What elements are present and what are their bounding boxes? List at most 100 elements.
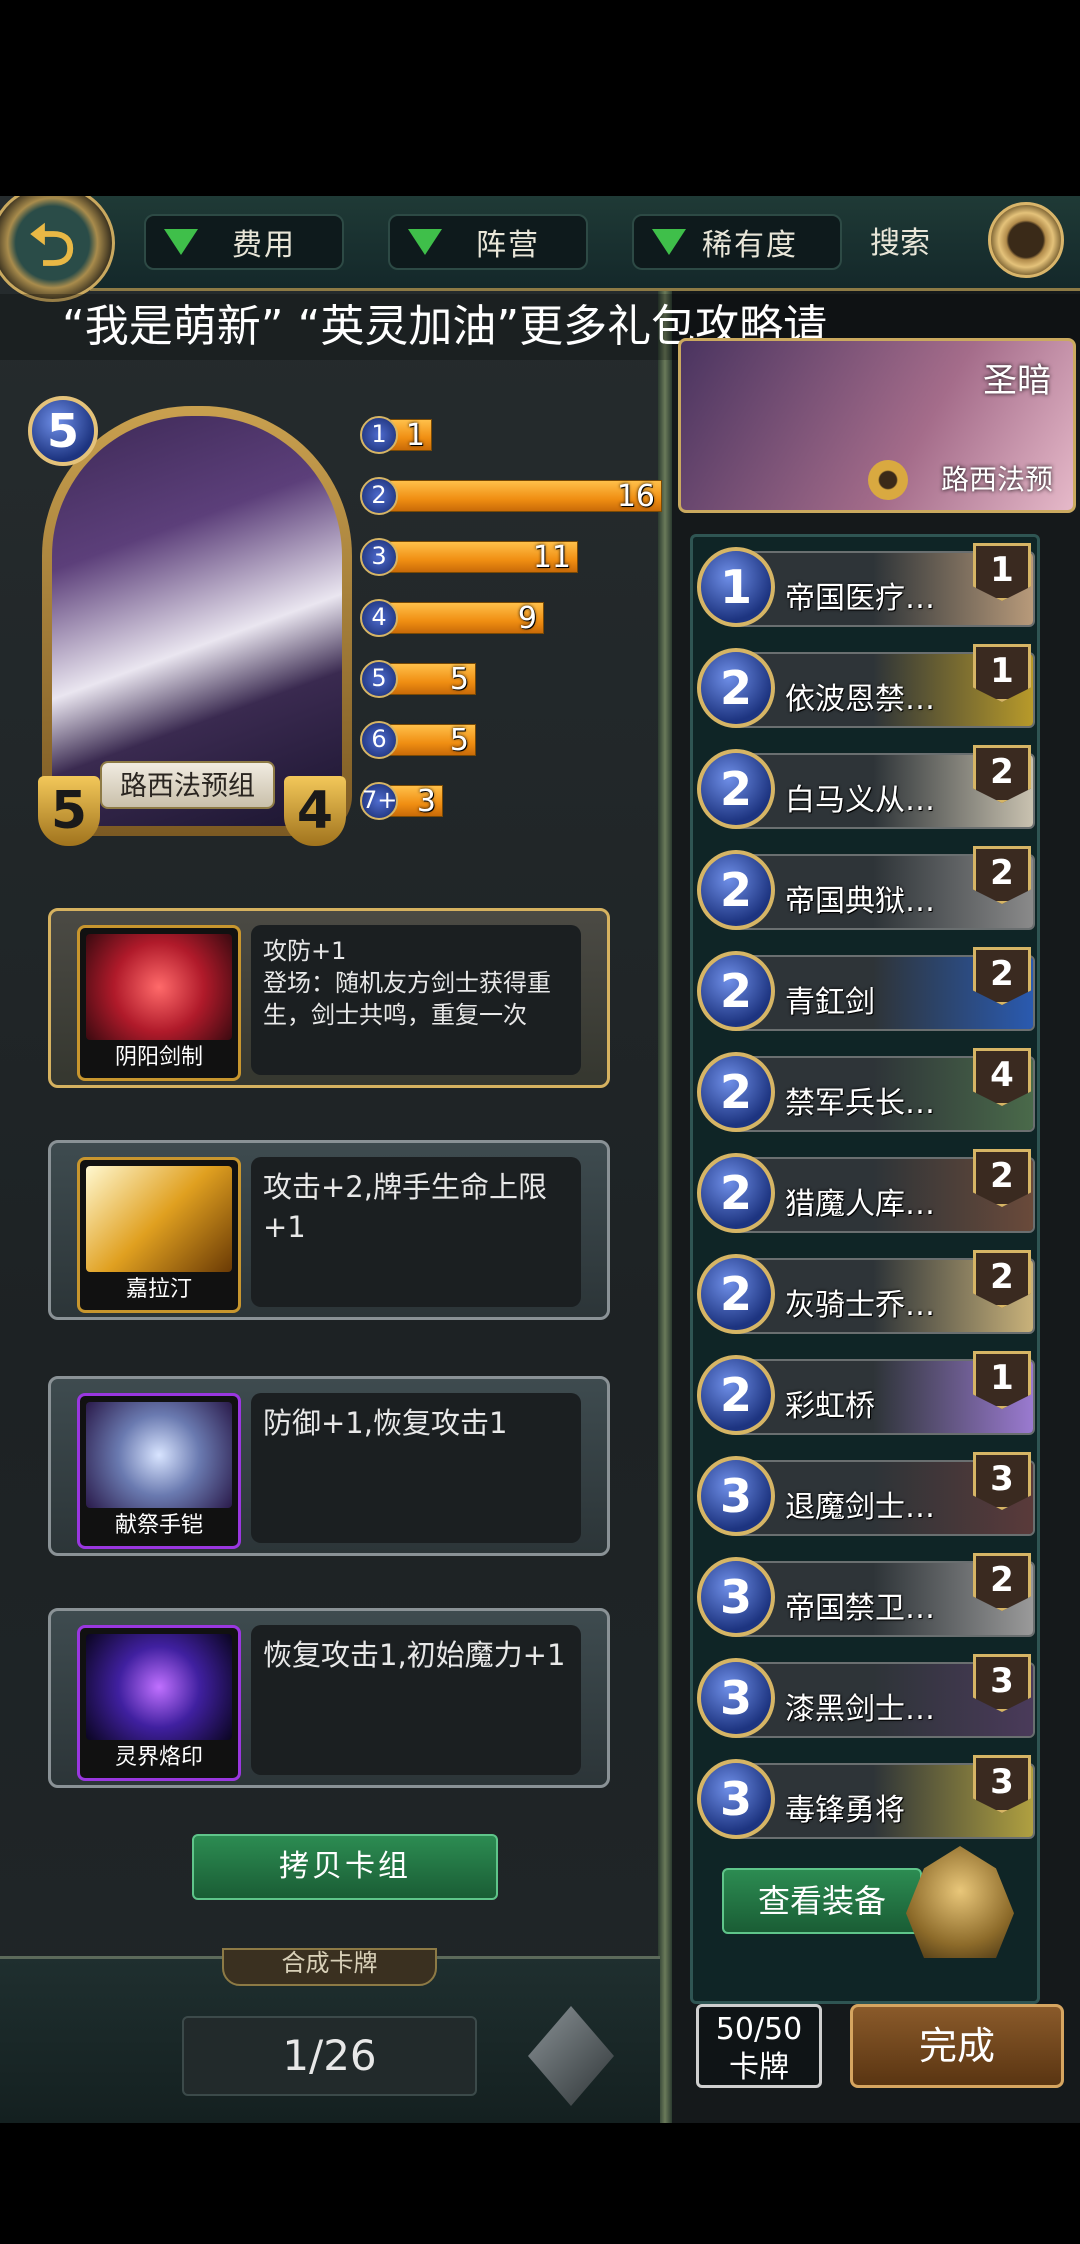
deck-card-cost: 2	[697, 1355, 775, 1435]
cost-curve-count: 1	[405, 418, 425, 453]
card-cost-gem: 5	[28, 396, 98, 466]
deck-card-name: 帝国典狱…	[785, 884, 935, 919]
dropdown-triangle-icon	[408, 229, 442, 255]
cost-curve-row: 55	[360, 660, 650, 698]
filter-rarity-label: 稀有度	[702, 228, 798, 263]
deck-card-cost: 2	[697, 648, 775, 728]
deck-card-cost: 2	[697, 1254, 775, 1334]
deck-card-cost: 3	[697, 1759, 775, 1839]
deck-card-item[interactable]: 青釭剑 2 2	[697, 947, 1035, 1035]
equipment-icon: 嘉拉汀	[77, 1157, 241, 1313]
deck-card-item[interactable]: 帝国典狱… 2 2	[697, 846, 1035, 934]
deck-card-name: 漆黑剑士…	[785, 1692, 935, 1727]
deck-faction: 圣暗	[983, 361, 1051, 401]
equipment-description: 恢复攻击1,初始魔力+1	[251, 1625, 581, 1775]
equipment-slot-3[interactable]: 献祭手铠 防御+1,恢复攻击1	[48, 1376, 610, 1556]
done-button[interactable]: 完成	[850, 2004, 1064, 2088]
equipment-slot-1[interactable]: 阴阳剑制 攻防+1 登场：随机友方剑士获得重生，剑士共鸣，重复一次	[48, 908, 610, 1088]
filter-rarity-button[interactable]: 稀有度	[632, 214, 842, 270]
equipment-slot-2[interactable]: 嘉拉汀 攻击+2,牌手生命上限+1	[48, 1140, 610, 1320]
cost-curve-count: 9	[517, 601, 537, 636]
deck-card-name: 毒锋勇将	[785, 1793, 905, 1828]
search-icon[interactable]	[988, 202, 1064, 278]
deck-card-name: 禁军兵长…	[785, 1086, 935, 1121]
deck-card-cost: 2	[697, 1153, 775, 1233]
deck-card-item[interactable]: 帝国禁卫… 3 2	[697, 1553, 1035, 1641]
game-screen: 费用 阵营 稀有度 搜索 ⮌ “我是萌新” “英灵加油”更多礼包攻略请 5 5 …	[0, 196, 1080, 2123]
deck-card-item[interactable]: 帝国医疗… 1 1	[697, 543, 1035, 631]
equipment-icon: 灵界烙印	[77, 1625, 241, 1781]
search-label[interactable]: 搜索	[870, 218, 930, 262]
deck-card-item[interactable]: 依波恩禁… 2 1	[697, 644, 1035, 732]
deck-card-name: 帝国医疗…	[785, 581, 935, 616]
cost-curve-row: 16 2	[360, 477, 662, 515]
cost-curve-bar: 5	[390, 662, 476, 697]
deck-header[interactable]: 圣暗 路西法预	[678, 338, 1076, 513]
card-count-value: 50/50	[715, 2012, 803, 2047]
dropdown-triangle-icon	[164, 229, 198, 255]
cost-curve-count: 3	[416, 784, 436, 819]
deck-card-name: 猎魔人库…	[785, 1187, 935, 1222]
filter-faction-label: 阵营	[476, 228, 540, 263]
deck-card-name: 退魔剑士…	[785, 1490, 935, 1525]
deck-card-cost: 2	[697, 850, 775, 930]
deck-card-item[interactable]: 禁军兵长… 2 4	[697, 1048, 1035, 1136]
filter-cost-button[interactable]: 费用	[144, 214, 344, 270]
filter-faction-button[interactable]: 阵营	[388, 214, 588, 270]
deck-card-name: 帝国禁卫…	[785, 1591, 935, 1626]
filter-bar: 费用 阵营 稀有度 搜索	[90, 196, 1080, 291]
deck-card-item[interactable]: 猎魔人库… 2 2	[697, 1149, 1035, 1237]
deck-card-item[interactable]: 白马义从… 2 2	[697, 745, 1035, 833]
deck-card-item[interactable]: 灰骑士乔… 2 2	[697, 1250, 1035, 1338]
card-count-box: 50/50 卡牌	[696, 2004, 822, 2088]
deck-card-list[interactable]: 帝国医疗… 1 1 依波恩禁… 2 1 白马义从… 2 2 帝国典狱… 2 2 青釭剑 2 2 禁军兵长… 2 4…	[690, 534, 1040, 2004]
view-equipment-button[interactable]: 查看装备	[722, 1868, 922, 1934]
copy-deck-button[interactable]: 拷贝卡组	[192, 1834, 498, 1900]
cost-curve-count: 11	[532, 540, 571, 575]
cost-curve-bar: 16	[390, 479, 662, 514]
gear-icon[interactable]	[868, 460, 908, 500]
deck-card-name: 灰骑士乔…	[785, 1288, 935, 1323]
card-attack: 5	[38, 776, 100, 846]
cost-curve-row: 11 3	[360, 538, 650, 576]
equipment-icon: 献祭手铠	[77, 1393, 241, 1549]
deck-card-name: 依波恩禁…	[785, 682, 935, 717]
equipment-desc-line2: 登场：随机友方剑士获得重生，剑士共鸣，重复一次	[263, 969, 551, 1029]
cost-curve-bar: 9	[390, 601, 544, 636]
equipment-slot-4[interactable]: 灵界烙印 恢复攻击1,初始魔力+1	[48, 1608, 610, 1788]
card-count-label: 卡牌	[729, 2050, 789, 2085]
equipment-description: 攻击+2,牌手生命上限+1	[251, 1157, 581, 1307]
back-arrow-icon: ⮌	[28, 211, 76, 279]
deck-name: 路西法预	[940, 463, 1053, 496]
cost-curve-cost: 7+	[360, 782, 398, 820]
deck-card-cost: 2	[697, 749, 775, 829]
equipment-description: 防御+1,恢复攻击1	[251, 1393, 581, 1543]
deck-card-item[interactable]: 毒锋勇将 3 3	[697, 1755, 1035, 1843]
cost-curve-cost: 1	[360, 416, 398, 454]
deck-card-item[interactable]: 退魔剑士… 3 3	[697, 1452, 1035, 1540]
deck-card-cost: 3	[697, 1456, 775, 1536]
brand-sigil-icon	[86, 1634, 232, 1740]
cost-curve-row: 11	[360, 416, 650, 454]
deck-card-name: 白马义从…	[785, 783, 935, 818]
dropdown-triangle-icon	[652, 229, 686, 255]
cost-curve-row: 56	[360, 721, 650, 759]
equipment-name: 灵界烙印	[114, 1745, 203, 1770]
synthesize-card-tab[interactable]: 合成卡牌	[222, 1948, 437, 1986]
gauntlet-icon	[86, 1402, 232, 1508]
equipment-description: 攻防+1 登场：随机友方剑士获得重生，剑士共鸣，重复一次	[251, 925, 581, 1075]
cost-curve-bar: 5	[390, 723, 476, 758]
cost-curve-count: 5	[449, 662, 469, 697]
deck-card-cost: 2	[697, 1052, 775, 1132]
equipment-name: 嘉拉汀	[125, 1277, 192, 1302]
cost-curve-cost: 4	[360, 599, 398, 637]
cost-curve-row: 3 7+	[360, 782, 650, 820]
page-indicator: 1/26	[182, 2016, 477, 2096]
equipment-desc-line1: 攻防+1	[263, 937, 347, 965]
deck-card-item[interactable]: 彩虹桥 2 1	[697, 1351, 1035, 1439]
cost-curve-count: 16	[616, 479, 655, 514]
cost-curve-row: 94	[360, 599, 650, 637]
deck-card-item[interactable]: 漆黑剑士… 3 3	[697, 1654, 1035, 1742]
deck-card-name: 彩虹桥	[785, 1389, 875, 1424]
cost-curve-cost: 2	[360, 477, 398, 515]
